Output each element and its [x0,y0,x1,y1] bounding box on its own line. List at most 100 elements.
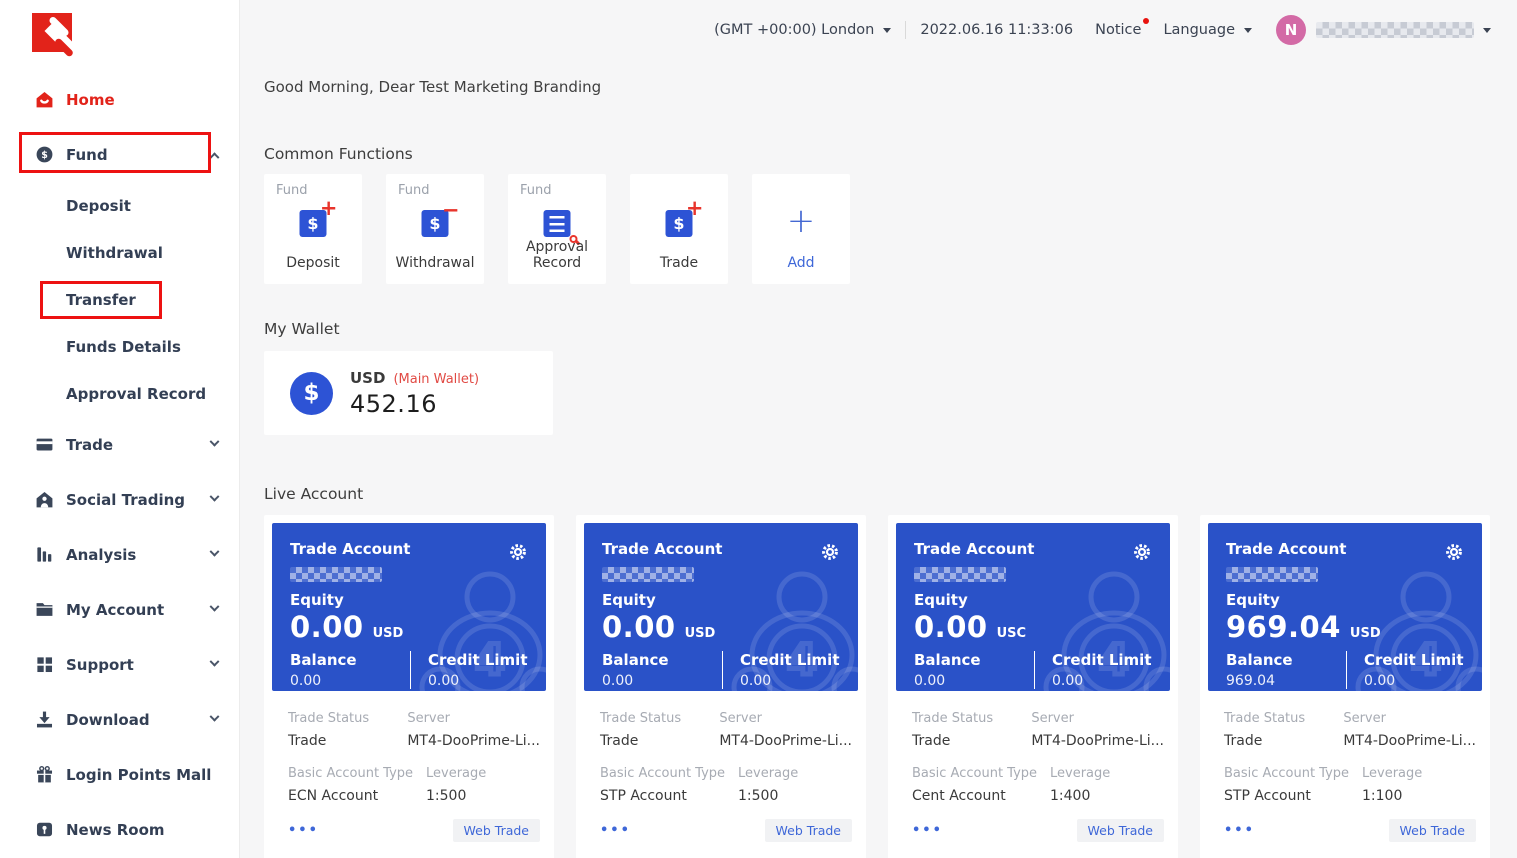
function-card-add[interactable]: + Add [752,174,850,284]
basic-account-type-value: STP Account [600,788,738,804]
home-user-icon [34,490,54,510]
sidebar-item-withdrawal[interactable]: Withdrawal [0,229,240,276]
equity-currency: USD [685,626,716,641]
server-label: Server [1343,711,1476,726]
card-label: Approval Record [508,239,606,271]
balance-label: Balance [1226,651,1346,669]
card-label: Add [752,255,850,271]
trade-status-label: Trade Status [1224,711,1343,726]
greeting-text: Good Morning, Dear Test Marketing Brandi… [264,78,1517,96]
common-functions-title: Common Functions [264,145,1517,163]
trade-account-label: Trade Account [602,540,722,558]
credit-limit-value: 0.00 [428,673,528,689]
trade-status-value: Trade [912,733,1031,749]
function-card-trade[interactable]: $ + Trade [630,174,728,284]
sidebar-item-transfer[interactable]: Transfer [0,276,240,323]
sidebar-item-social-trading[interactable]: Social Trading [0,472,240,527]
more-actions-button[interactable]: ••• [600,823,631,838]
wallet-card: $ USD (Main Wallet) 452.16 [264,351,553,435]
account-card: 4 Trade Account Equity 0.00 USD Balance [264,515,554,858]
common-functions-row: Fund $ + Deposit Fund $ − Withdrawal Fun… [264,174,1517,284]
credit-card-icon [34,435,54,455]
more-actions-button[interactable]: ••• [288,823,319,838]
sidebar-item-home[interactable]: Home [0,72,240,127]
sidebar-item-label: Download [66,711,150,729]
language-selector[interactable]: Language [1163,22,1252,38]
sidebar-item-login-points-mall[interactable]: Login Points Mall [0,747,240,802]
wallet-currency: USD [350,369,385,387]
trade-account-label: Trade Account [1226,540,1346,558]
card-label: Withdrawal [386,255,484,271]
sidebar-item-label: Home [66,91,115,109]
sidebar-item-support[interactable]: Support [0,637,240,692]
credit-limit-value: 0.00 [1052,673,1152,689]
account-card-details: Trade Status Trade Server MT4-DooPrime-L… [896,691,1170,842]
plus-badge-icon: + [686,198,704,219]
web-trade-button[interactable]: Web Trade [1389,819,1476,842]
web-trade-button[interactable]: Web Trade [765,819,852,842]
sidebar: Home $ Fund Deposit Withdrawal Transfer … [0,0,240,858]
gear-icon[interactable] [1132,542,1152,562]
dollar-glyph: $ [429,214,440,233]
sidebar-item-fund[interactable]: $ Fund [0,127,240,182]
sidebar-item-download[interactable]: Download [0,692,240,747]
doo-prime-logo[interactable] [32,13,74,53]
equity-currency: USC [997,626,1026,641]
sidebar-item-label: Fund [66,146,108,164]
sidebar-item-label: Deposit [66,197,131,215]
card-category: Fund [398,183,430,198]
sidebar-item-approval-record[interactable]: Approval Record [0,370,240,417]
basic-account-type-label: Basic Account Type [600,766,738,781]
leverage-label: Leverage [426,766,540,781]
gear-icon[interactable] [508,542,528,562]
server-label: Server [1031,711,1164,726]
sidebar-item-news-room[interactable]: News Room [0,802,240,857]
chevron-down-icon [210,492,220,502]
balance-label: Balance [602,651,722,669]
sidebar-item-label: Login Points Mall [66,766,211,784]
gift-icon [34,765,54,785]
download-icon [34,710,54,730]
equity-value: 0.00 [602,610,676,644]
sidebar-item-label: Transfer [66,291,136,309]
sidebar-item-trade[interactable]: Trade [0,417,240,472]
function-card-approval-record[interactable]: Fund Approval Record [508,174,606,284]
sidebar-item-label: Support [66,656,134,674]
more-actions-button[interactable]: ••• [1224,823,1255,838]
function-card-withdrawal[interactable]: Fund $ − Withdrawal [386,174,484,284]
timezone-label: (GMT +00:00) London [714,22,874,38]
sidebar-item-my-account[interactable]: My Account [0,582,240,637]
account-card: 4 Trade Account Equity 0.00 USC Balance [888,515,1178,858]
gear-icon[interactable] [820,542,840,562]
card-label: Deposit [264,255,362,271]
sidebar-item-label: News Room [66,821,165,839]
timezone-selector[interactable]: (GMT +00:00) London [714,22,891,38]
sidebar-item-analysis[interactable]: Analysis [0,527,240,582]
topbar: (GMT +00:00) London 2022.06.16 11:33:06 … [240,0,1517,60]
list-lines-glyph [550,216,565,232]
card-category: Fund [520,183,552,198]
credit-limit-value: 0.00 [740,673,840,689]
function-card-deposit[interactable]: Fund $ + Deposit [264,174,362,284]
live-account-title: Live Account [264,485,1517,503]
equity-value: 0.00 [290,610,364,644]
equity-value: 0.00 [914,610,988,644]
username-redacted [1316,22,1474,38]
web-trade-button[interactable]: Web Trade [453,819,540,842]
web-trade-button[interactable]: Web Trade [1077,819,1164,842]
topbar-divider [905,21,906,39]
sidebar-item-funds-details[interactable]: Funds Details [0,323,240,370]
basic-account-type-value: ECN Account [288,788,426,804]
server-value: MT4-DooPrime-Li... [1031,733,1164,749]
gear-icon[interactable] [1444,542,1464,562]
notice-link[interactable]: Notice [1095,22,1141,38]
sidebar-item-label: Trade [66,436,113,454]
caret-down-icon [883,28,891,33]
user-menu[interactable]: N [1276,15,1491,45]
more-actions-button[interactable]: ••• [912,823,943,838]
sidebar-item-deposit[interactable]: Deposit [0,182,240,229]
trade-status-value: Trade [600,733,719,749]
dollar-glyph: $ [307,214,318,233]
server-label: Server [719,711,852,726]
svg-text:$: $ [41,150,48,161]
